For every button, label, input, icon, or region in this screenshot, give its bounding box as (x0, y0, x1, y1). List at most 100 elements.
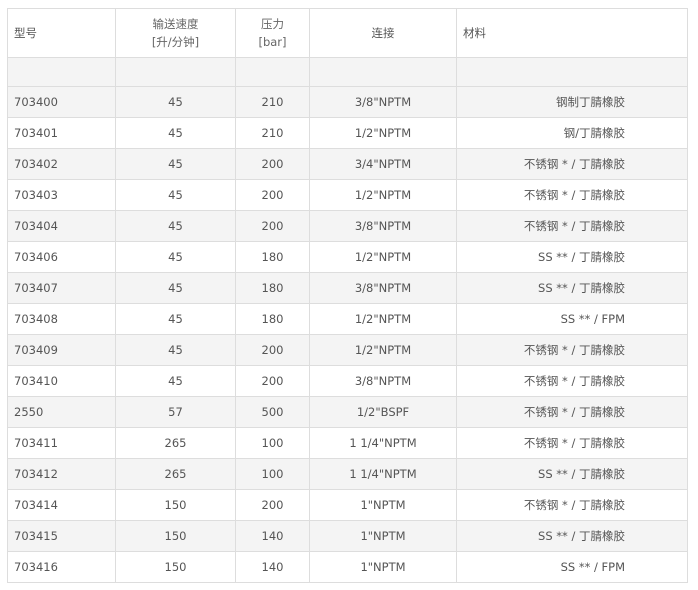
cell-material: 不锈钢 * / 丁腈橡胶 (456, 179, 688, 211)
cell-material: 钢制丁腈橡胶 (456, 86, 688, 118)
empty-cell (456, 57, 688, 87)
cell-flow: 265 (115, 458, 236, 490)
cell-model: 703402 (7, 148, 116, 180)
cell-material: 钢/丁腈橡胶 (456, 117, 688, 149)
cell-connection: 3/8"NPTM (309, 272, 457, 304)
cell-pressure: 180 (235, 303, 310, 335)
cell-material: SS ** / 丁腈橡胶 (456, 520, 688, 552)
cell-connection: 1 1/4"NPTM (309, 458, 457, 490)
header-flow-label: 输送速度 (152, 17, 199, 31)
cell-flow: 45 (115, 179, 236, 211)
cell-pressure: 180 (235, 272, 310, 304)
cell-model: 703400 (7, 86, 116, 118)
cell-connection: 1 1/4"NPTM (309, 427, 457, 459)
header-pressure-unit: [bar] (258, 35, 287, 49)
table-row: 703407 45 180 3/8"NPTM SS ** / 丁腈橡胶 (7, 272, 688, 304)
cell-pressure: 140 (235, 520, 310, 552)
cell-pressure: 180 (235, 241, 310, 273)
cell-material: SS ** / FPM (456, 303, 688, 335)
cell-model: 703407 (7, 272, 116, 304)
cell-model: 703401 (7, 117, 116, 149)
cell-flow: 150 (115, 520, 236, 552)
table-row: 703415 150 140 1"NPTM SS ** / 丁腈橡胶 (7, 520, 688, 552)
cell-pressure: 200 (235, 489, 310, 521)
cell-flow: 45 (115, 148, 236, 180)
cell-model: 703408 (7, 303, 116, 335)
cell-pressure: 200 (235, 365, 310, 397)
cell-material: SS ** / FPM (456, 551, 688, 583)
header-connection-label: 连接 (371, 26, 395, 40)
cell-connection: 1/2"NPTM (309, 241, 457, 273)
header-connection: 连接 (309, 8, 457, 58)
cell-flow: 150 (115, 489, 236, 521)
cell-connection: 1/2"BSPF (309, 396, 457, 428)
cell-model: 703414 (7, 489, 116, 521)
cell-flow: 45 (115, 86, 236, 118)
empty-cell (309, 57, 457, 87)
header-material: 材料 (456, 8, 688, 58)
cell-model: 703409 (7, 334, 116, 366)
cell-connection: 3/4"NPTM (309, 148, 457, 180)
cell-flow: 45 (115, 241, 236, 273)
table-header: 型号 输送速度 [升/分钟] 压力 [bar] 连接 材料 (7, 8, 688, 58)
cell-flow: 150 (115, 551, 236, 583)
product-table-container: 型号 输送速度 [升/分钟] 压力 [bar] 连接 材料 703400 45 … (7, 8, 688, 583)
cell-pressure: 140 (235, 551, 310, 583)
header-flow-unit: [升/分钟] (151, 35, 200, 49)
empty-cell (115, 57, 236, 87)
cell-model: 2550 (7, 396, 116, 428)
cell-model: 703411 (7, 427, 116, 459)
table-row: 703411 265 100 1 1/4"NPTM 不锈钢 * / 丁腈橡胶 (7, 427, 688, 459)
cell-connection: 1/2"NPTM (309, 117, 457, 149)
table-row: 2550 57 500 1/2"BSPF 不锈钢 * / 丁腈橡胶 (7, 396, 688, 428)
cell-connection: 3/8"NPTM (309, 365, 457, 397)
table-row: 703408 45 180 1/2"NPTM SS ** / FPM (7, 303, 688, 335)
cell-connection: 1/2"NPTM (309, 179, 457, 211)
cell-flow: 265 (115, 427, 236, 459)
table-row: 703412 265 100 1 1/4"NPTM SS ** / 丁腈橡胶 (7, 458, 688, 490)
filter-row (7, 57, 688, 87)
cell-flow: 45 (115, 210, 236, 242)
table-row: 703403 45 200 1/2"NPTM 不锈钢 * / 丁腈橡胶 (7, 179, 688, 211)
table-body: 703400 45 210 3/8"NPTM 钢制丁腈橡胶 703401 45 210 1/2"… (7, 57, 688, 583)
cell-connection: 3/8"NPTM (309, 210, 457, 242)
cell-flow: 45 (115, 272, 236, 304)
cell-material: 不锈钢 * / 丁腈橡胶 (456, 427, 688, 459)
cell-pressure: 200 (235, 210, 310, 242)
cell-pressure: 210 (235, 86, 310, 118)
cell-pressure: 210 (235, 117, 310, 149)
table-row: 703414 150 200 1"NPTM 不锈钢 * / 丁腈橡胶 (7, 489, 688, 521)
header-material-label: 材料 (463, 26, 486, 40)
empty-cell (7, 57, 116, 87)
header-pressure: 压力 [bar] (235, 8, 310, 58)
header-model-label: 型号 (14, 26, 37, 40)
cell-connection: 1"NPTM (309, 520, 457, 552)
cell-pressure: 200 (235, 334, 310, 366)
cell-pressure: 100 (235, 458, 310, 490)
cell-material: 不锈钢 * / 丁腈橡胶 (456, 489, 688, 521)
header-pressure-label: 压力 (261, 17, 284, 31)
header-model: 型号 (7, 8, 116, 58)
table-row: 703409 45 200 1/2"NPTM 不锈钢 * / 丁腈橡胶 (7, 334, 688, 366)
header-row: 型号 输送速度 [升/分钟] 压力 [bar] 连接 材料 (7, 8, 688, 58)
cell-model: 703410 (7, 365, 116, 397)
cell-model: 703412 (7, 458, 116, 490)
cell-connection: 1/2"NPTM (309, 334, 457, 366)
table-row: 703402 45 200 3/4"NPTM 不锈钢 * / 丁腈橡胶 (7, 148, 688, 180)
cell-pressure: 200 (235, 179, 310, 211)
cell-flow: 45 (115, 334, 236, 366)
cell-flow: 45 (115, 117, 236, 149)
cell-connection: 1"NPTM (309, 551, 457, 583)
table-row: 703416 150 140 1"NPTM SS ** / FPM (7, 551, 688, 583)
table-row: 703401 45 210 1/2"NPTM 钢/丁腈橡胶 (7, 117, 688, 149)
cell-flow: 57 (115, 396, 236, 428)
table-row: 703406 45 180 1/2"NPTM SS ** / 丁腈橡胶 (7, 241, 688, 273)
empty-cell (235, 57, 310, 87)
cell-model: 703403 (7, 179, 116, 211)
cell-material: 不锈钢 * / 丁腈橡胶 (456, 396, 688, 428)
cell-material: 不锈钢 * / 丁腈橡胶 (456, 210, 688, 242)
cell-pressure: 200 (235, 148, 310, 180)
cell-model: 703415 (7, 520, 116, 552)
table-row: 703400 45 210 3/8"NPTM 钢制丁腈橡胶 (7, 86, 688, 118)
cell-material: SS ** / 丁腈橡胶 (456, 241, 688, 273)
